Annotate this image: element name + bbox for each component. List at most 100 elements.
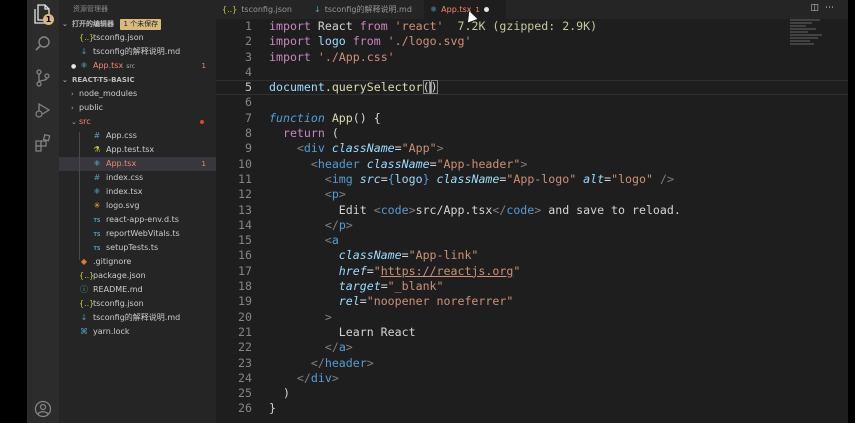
- vertical-scrollbar[interactable]: [834, 19, 848, 423]
- code-line: import './App.css': [269, 49, 395, 64]
- file-type-icon: ⚛: [430, 5, 438, 14]
- file-type-icon: {..}: [79, 271, 95, 280]
- folder-item[interactable]: ⌄ src: [59, 115, 216, 129]
- source-control-icon[interactable]: [31, 68, 55, 92]
- file-item[interactable]: {..}package.json: [59, 269, 216, 283]
- file-item[interactable]: ⚛ App.tsx 1: [59, 157, 216, 171]
- code-line: <header className="App-header">: [269, 156, 528, 171]
- line-number: 15: [238, 233, 252, 248]
- problem-count: 1: [475, 6, 480, 14]
- file-type-icon: {..}: [222, 5, 238, 14]
- file-item[interactable]: ⚛ index.tsx: [59, 185, 216, 199]
- minimap[interactable]: [790, 19, 834, 59]
- code-line: rel="noopener noreferrer": [269, 294, 514, 309]
- file-item[interactable]: ✳ logo.svg: [59, 199, 216, 213]
- unsaved-dot-icon[interactable]: [483, 7, 489, 12]
- open-editor-item[interactable]: ↓ tsconfig的解释说明.md: [59, 45, 216, 59]
- file-folder-hint: src: [126, 63, 135, 70]
- file-type-icon: #: [93, 173, 101, 182]
- folder-item[interactable]: › public: [59, 101, 216, 115]
- file-item[interactable]: ◆ .gitignore: [59, 255, 216, 269]
- open-editor-item[interactable]: ● ⚛ App.tsx src 1: [59, 59, 216, 73]
- line-number: 7: [245, 110, 252, 125]
- folder-name: public: [79, 103, 104, 112]
- code-line: href="https://reactjs.org": [269, 263, 521, 278]
- line-number: 24: [238, 370, 252, 385]
- file-item[interactable]: TS setupTests.ts: [59, 241, 216, 255]
- indent-guide: [79, 132, 80, 260]
- explorer-sidebar: 资源管理器 ⌄ 打开的编辑器 1 个未保存 {..}tsconfig.json ↓…: [59, 0, 216, 423]
- code-line: target="_blank": [269, 279, 444, 294]
- code-editor[interactable]: 1 import React from 'react' 7.2K (gzipped…: [216, 19, 848, 417]
- line-number: 11: [238, 171, 252, 186]
- editor-actions: ◫⋯: [810, 3, 840, 13]
- file-type-icon: ✳: [93, 201, 101, 210]
- search-icon[interactable]: [31, 35, 55, 59]
- file-item[interactable]: {..}tsconfig.json: [59, 297, 216, 311]
- code-line: document.querySelector(): [269, 80, 438, 95]
- file-item[interactable]: TS reportWebVitals.ts: [59, 227, 216, 241]
- file-tree: › node_modules › public ⌄ src # App.css ⚗ App.tes…: [59, 87, 216, 339]
- tab-label: tsconfig.json: [241, 5, 292, 14]
- code-line: </header>: [269, 355, 374, 370]
- tab-file[interactable]: {..} tsconfig.json: [216, 0, 308, 19]
- run-debug-icon[interactable]: [31, 101, 55, 125]
- file-name: tsconfig的解释说明.md: [93, 47, 181, 56]
- file-type-icon: ⚛: [93, 187, 101, 196]
- line-number: 13: [238, 202, 252, 217]
- file-type-icon: ↓: [314, 5, 321, 14]
- account-icon[interactable]: [31, 400, 55, 423]
- file-name: setupTests.ts: [106, 243, 159, 252]
- line-number: 17: [238, 263, 252, 278]
- file-name: tsconfig.json: [93, 299, 144, 308]
- project-header[interactable]: ⌄ REACT-TS-BASIC: [59, 74, 216, 87]
- error-dot-icon: [200, 120, 204, 124]
- line-number: 6: [245, 95, 252, 110]
- code-line: import React from 'react' 7.2K (gzipped:…: [269, 19, 598, 33]
- more-actions-icon[interactable]: ⋯: [825, 3, 840, 13]
- line-number: 16: [238, 248, 252, 263]
- chevron-right-icon: ›: [71, 104, 74, 112]
- chevron-down-icon: ⌄: [71, 118, 77, 126]
- tab-label: tsconfig的解释说明.md: [324, 5, 412, 14]
- file-name: .gitignore: [93, 257, 132, 266]
- file-name: reportWebVitals.ts: [106, 229, 180, 238]
- open-editor-item[interactable]: {..}tsconfig.json: [59, 31, 216, 45]
- line-number: 8: [245, 126, 252, 141]
- file-type-icon: ⚛: [93, 159, 101, 168]
- chevron-down-icon: ⌄: [62, 20, 68, 28]
- file-type-icon: ◆: [80, 257, 88, 266]
- url-link[interactable]: https://reactjs.org: [381, 264, 514, 278]
- code-line: function App() {: [269, 110, 381, 125]
- unsaved-badge: 1 个未保存: [120, 19, 162, 30]
- file-name: App.tsx: [106, 159, 137, 168]
- file-type-icon: TS: [93, 246, 101, 252]
- unsaved-dot-icon: ●: [71, 63, 77, 70]
- open-editors-list: {..}tsconfig.json ↓ tsconfig的解释说明.md ● ⚛ App.…: [59, 31, 216, 73]
- file-item[interactable]: TS react-app-env.d.ts: [59, 213, 216, 227]
- code-line: className="App-link": [269, 248, 479, 263]
- file-item[interactable]: ⌘ yarn.lock: [59, 325, 216, 339]
- file-item[interactable]: # index.css: [59, 171, 216, 185]
- file-type-icon: ⚗: [93, 145, 101, 154]
- line-number: 21: [238, 324, 252, 339]
- open-editors-header[interactable]: ⌄ 打开的编辑器 1 个未保存: [59, 18, 216, 31]
- code-line: <a: [269, 233, 339, 248]
- chevron-right-icon: ›: [71, 90, 74, 98]
- file-item[interactable]: ↓ tsconfig的解释说明.md: [59, 311, 216, 325]
- tab-bar: {..} tsconfig.json ↓ tsconfig的解释说明.md ⚛ App.t…: [216, 0, 848, 19]
- tab-file[interactable]: ↓ tsconfig的解释说明.md: [308, 0, 424, 19]
- file-type-icon: {..}: [79, 299, 95, 308]
- chevron-down-icon: ⌄: [62, 76, 68, 84]
- line-number: 22: [238, 340, 252, 355]
- line-number: 9: [245, 141, 252, 156]
- split-editor-icon[interactable]: ◫: [810, 3, 825, 13]
- unsaved-count-badge: 1: [43, 14, 54, 25]
- line-number: 5: [245, 80, 252, 95]
- file-item[interactable]: ⚗ App.test.tsx: [59, 143, 216, 157]
- file-item[interactable]: ⓘ README.md: [59, 283, 216, 297]
- file-item[interactable]: # App.css: [59, 129, 216, 143]
- file-name: package.json: [93, 271, 146, 280]
- extensions-icon[interactable]: [31, 133, 55, 158]
- folder-item[interactable]: › node_modules: [59, 87, 216, 101]
